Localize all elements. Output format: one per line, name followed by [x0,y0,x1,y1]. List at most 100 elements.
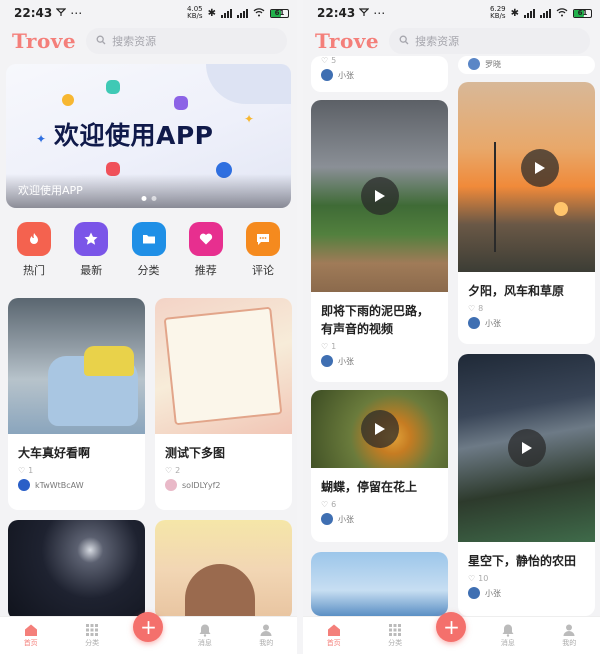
post-card[interactable]: 罗晓 [458,56,595,74]
category-label: 评论 [252,264,274,277]
tab-home[interactable]: 首页 [314,623,354,648]
post-title: 即将下雨的泥巴路，有声音的视频 [321,304,430,336]
banner-caption: 欢迎使用APP [6,174,291,208]
category-label: 分类 [137,264,160,277]
heart-outline-icon: ♡ [468,574,476,583]
post-image [311,552,448,616]
tab-messages[interactable]: 消息 [185,623,225,648]
sun-shape [554,202,568,216]
app-logo: Trove [12,29,77,53]
search-input[interactable]: 搜索资源 [86,28,287,54]
net-speed: 6.29 KB/s [490,5,506,20]
signal-icon-2 [540,8,551,18]
post-author[interactable]: kTwWtBcAW [8,475,145,491]
post-video-thumbnail [311,390,448,468]
poster-shape [163,306,283,426]
right-screen: 22:43 ⋯ 6.29 KB/s ✱ 61 Trove 搜索资源 ♡ 5 小张… [303,0,600,654]
tab-home[interactable]: 首页 [11,623,51,648]
post-author[interactable]: 罗晓 [458,56,595,70]
category-latest[interactable]: 最新 [69,222,113,278]
home-icon [24,624,37,636]
star-icon [74,222,109,256]
grid-icon [389,624,402,636]
post-author[interactable]: 小张 [311,509,448,525]
grid-icon [86,624,99,636]
post-likes: ♡ 8 [468,304,484,313]
gift-icon [106,80,120,94]
post-card[interactable]: ♡ 5 小张 [311,56,448,92]
post-card[interactable]: 即将下雨的泥巴路，有声音的视频 ♡ 1 小张 [311,100,448,382]
wifi-icon [253,7,265,20]
bell-icon [502,624,514,637]
signal-icon-2 [237,8,248,18]
tab-mine[interactable]: 我的 [246,623,286,648]
post-video-thumbnail [311,100,448,292]
sparkle-icon: ✦ [244,112,255,126]
banner-title: 欢迎使用APP [54,121,214,150]
create-post-button[interactable]: + [436,611,467,642]
play-icon [535,161,546,174]
tab-category[interactable]: 分类 [375,623,415,648]
category-comment[interactable]: 评论 [241,222,285,278]
banner-carousel[interactable]: ✦ ✦ 欢迎使用APP 欢迎使用APP [6,64,291,208]
avatar [468,58,480,70]
post-likes: ♡ 6 [321,500,337,509]
tab-messages[interactable]: 消息 [488,623,528,648]
folder-icon [131,222,166,256]
post-card[interactable]: 夕阳，风车和草原 ♡ 8 小张 [458,82,595,344]
user-icon [563,624,575,636]
post-author[interactable]: 小张 [311,351,448,367]
category-recommend[interactable]: 推荐 [184,222,228,278]
status-time: 22:43 [317,6,356,20]
post-card[interactable]: 大车真好看啊 ♡ 1 kTwWtBcAW [8,298,145,510]
post-card[interactable]: 蝴蝶，停留在花上 ♡ 6 小张 [311,390,448,542]
post-card[interactable] [311,552,448,616]
avatar [165,479,177,491]
post-card[interactable]: 测试下多图 ♡ 2 soIDLYyf2 [155,298,292,510]
post-author[interactable]: 小张 [458,313,595,329]
illustration-shape [185,564,255,620]
play-icon [374,190,385,202]
comment-icon [246,222,280,256]
heart-outline-icon: ♡ [321,56,329,65]
search-input[interactable]: 搜索资源 [389,28,590,54]
tab-category[interactable]: 分类 [72,623,112,648]
category-hot[interactable]: 热门 [12,222,56,278]
post-likes: ♡ 2 [165,466,181,475]
carousel-dots[interactable] [141,196,156,201]
post-image [8,298,145,434]
search-icon [399,35,409,48]
bottom-tab-bar: 首页 分类 + 消息 我的 [0,611,297,654]
tab-mine[interactable]: 我的 [549,623,589,648]
bluetooth-icon: ✱ [510,7,519,19]
play-button[interactable] [507,429,546,467]
category-label: 推荐 [194,264,217,277]
heart-outline-icon: ♡ [468,304,476,313]
heart-badge-icon [62,94,74,106]
play-button[interactable] [360,410,399,448]
search-placeholder: 搜索资源 [112,35,157,48]
post-author[interactable]: 小张 [311,65,448,81]
post-card[interactable] [8,520,145,620]
post-author[interactable]: 小张 [458,583,595,599]
post-image [155,520,292,620]
app-logo: Trove [315,29,380,53]
category-classify[interactable]: 分类 [127,222,171,278]
create-post-button[interactable]: + [133,611,164,642]
app-header: Trove 搜索资源 [303,26,600,56]
car-roof-shape [84,346,134,376]
net-speed: 4.05 KB/s [187,5,203,20]
status-bar: 22:43 ⋯ 6.29 KB/s ✱ 61 [303,0,600,26]
play-button[interactable] [360,177,399,215]
category-label: 热门 [23,264,45,277]
search-icon [96,35,106,48]
play-button[interactable] [521,148,560,187]
post-author[interactable]: soIDLYyf2 [155,475,292,491]
heart-outline-icon: ♡ [165,466,173,475]
bottom-tab-bar: 首页 分类 + 消息 我的 [303,611,600,654]
category-label: 最新 [80,264,103,277]
post-card[interactable] [155,520,292,620]
post-card[interactable]: 星空下，静怡的农田 ♡ 10 小张 [458,354,595,616]
search-placeholder: 搜索资源 [415,35,460,48]
wifi-icon [556,7,568,20]
